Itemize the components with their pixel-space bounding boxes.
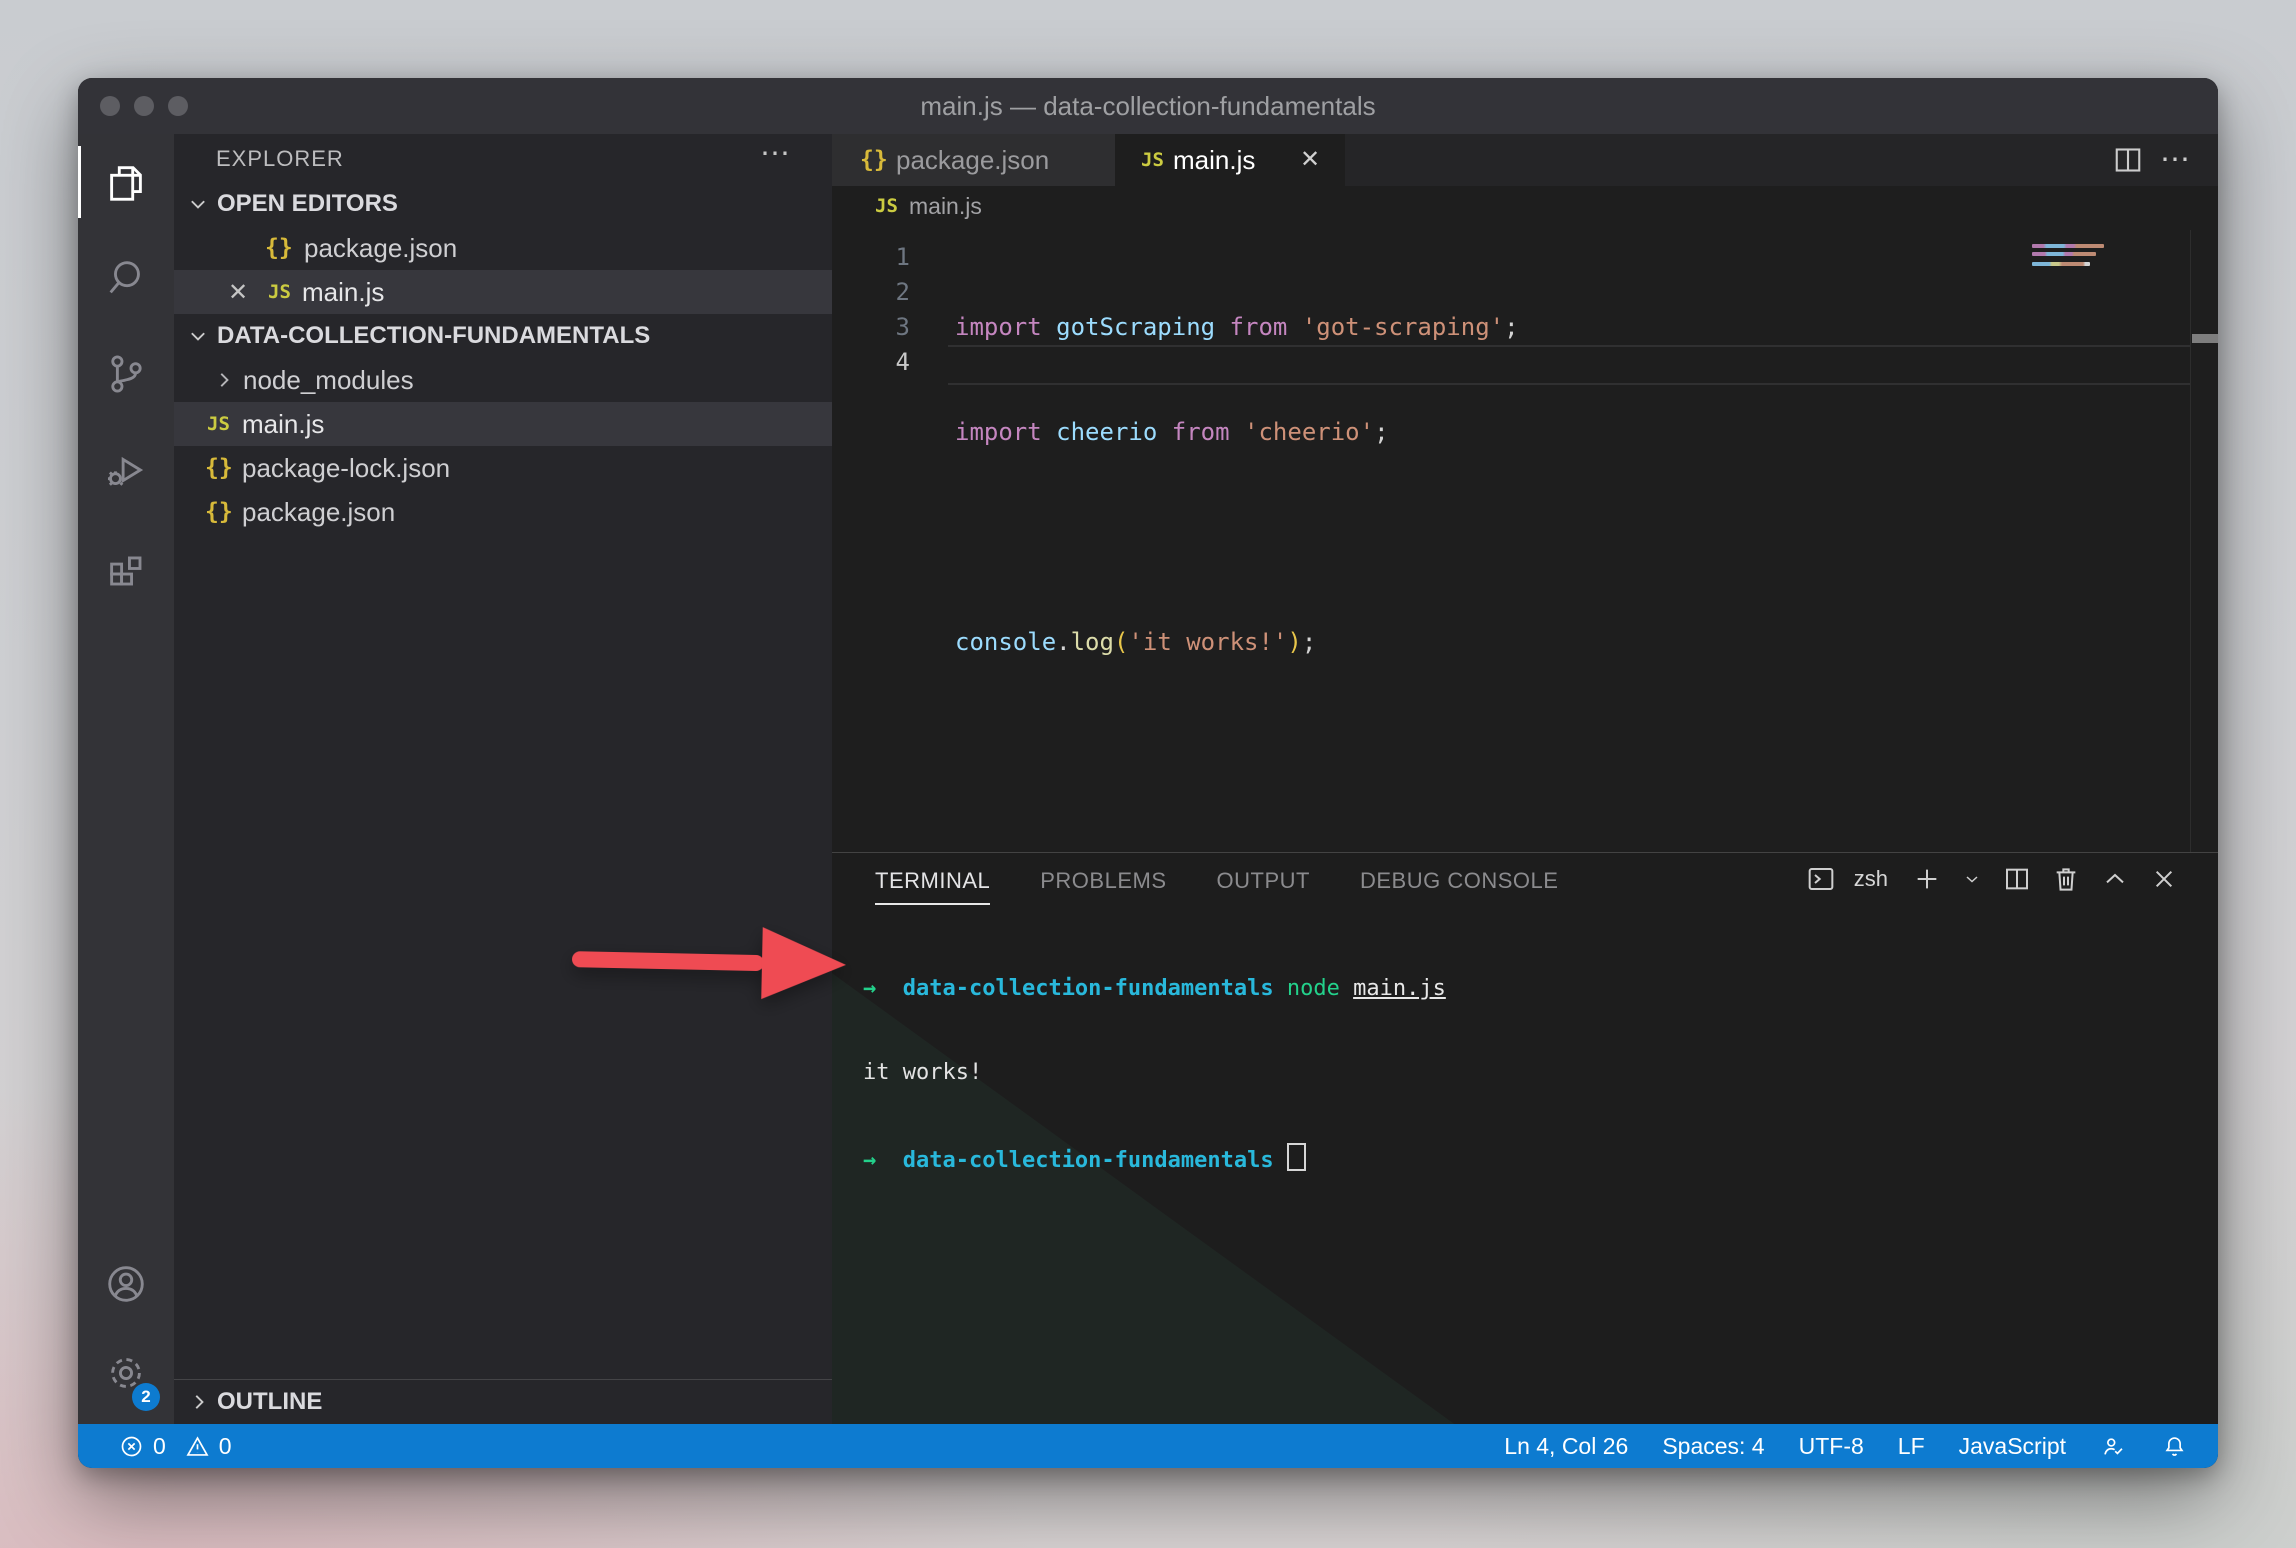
breadcrumb-file: main.js <box>909 193 982 220</box>
activity-run-debug[interactable] <box>78 422 174 518</box>
json-icon: {} <box>205 455 233 481</box>
arrow-shaft <box>572 951 764 971</box>
feedback-icon[interactable] <box>2100 1433 2127 1460</box>
sidebar-more-actions[interactable]: ⋯ <box>760 136 792 171</box>
cursor-position[interactable]: Ln 4, Col 26 <box>1504 1433 1628 1460</box>
js-icon: JS <box>1141 149 1164 171</box>
code-line-3 <box>955 520 1519 555</box>
terminal-actions: zsh <box>1805 863 2180 895</box>
workspace-section[interactable]: DATA-COLLECTION-FUNDAMENTALS <box>174 314 832 358</box>
extensions-icon <box>103 543 149 589</box>
split-terminal-icon[interactable] <box>2001 863 2033 895</box>
outline-section[interactable]: OUTLINE <box>174 1379 832 1424</box>
json-icon: {} <box>860 147 888 173</box>
tree-item-main-js[interactable]: JS main.js <box>174 402 832 446</box>
title-bar: main.js — data-collection-fundamentals <box>78 78 2218 134</box>
activity-settings[interactable]: 2 <box>78 1325 174 1421</box>
tab-terminal[interactable]: TERMINAL <box>875 853 990 909</box>
js-icon: JS <box>207 413 230 435</box>
line-numbers: 1 2 3 4 <box>832 240 910 380</box>
close-tab-icon[interactable]: ✕ <box>1300 145 1320 174</box>
code-line-4: console.log('it works!'); <box>955 625 1519 660</box>
activity-bar: 2 <box>78 134 174 1424</box>
arrow-head <box>761 927 846 1001</box>
terminal-line-command: → data-collection-fundamentals node main… <box>863 975 1446 1003</box>
code-line-1: import gotScraping from 'got-scraping'; <box>955 310 1519 345</box>
chevron-right-icon <box>213 369 235 391</box>
terminal-content[interactable]: → data-collection-fundamentals node main… <box>863 919 1446 1231</box>
activity-account[interactable] <box>78 1236 174 1332</box>
terminal-line-prompt: → data-collection-fundamentals <box>863 1143 1446 1175</box>
annotation-arrow <box>571 923 846 1001</box>
json-icon: {} <box>265 235 293 261</box>
activity-source-control[interactable] <box>78 326 174 422</box>
active-view-indicator <box>78 146 81 218</box>
terminal-line-output: it works! <box>863 1059 1446 1087</box>
window-title: main.js — data-collection-fundamentals <box>78 78 2218 134</box>
tab-problems[interactable]: PROBLEMS <box>1040 853 1166 909</box>
activity-explorer[interactable] <box>78 134 174 230</box>
terminal-dropdown-icon[interactable] <box>1960 863 1984 895</box>
settings-badge: 2 <box>132 1383 160 1411</box>
open-editors-section[interactable]: OPEN EDITORS <box>174 182 832 226</box>
close-icon[interactable]: ✕ <box>228 278 248 307</box>
encoding[interactable]: UTF-8 <box>1799 1433 1864 1460</box>
shell-label[interactable]: zsh <box>1854 866 1888 892</box>
tree-item-package-json[interactable]: {} package.json <box>174 490 832 534</box>
terminal-cursor <box>1287 1143 1306 1171</box>
scrollbar-thumb[interactable] <box>2192 334 2218 343</box>
open-editor-main-js[interactable]: ✕ JS main.js <box>174 270 832 314</box>
outline-label: OUTLINE <box>217 1388 322 1416</box>
tree-item-node-modules[interactable]: node_modules <box>174 358 832 402</box>
scrollbar-track <box>2190 230 2191 852</box>
files-icon <box>103 159 149 205</box>
new-terminal-icon[interactable] <box>1911 863 1943 895</box>
search-icon <box>103 255 149 301</box>
tree-item-package-lock[interactable]: {} package-lock.json <box>174 446 832 490</box>
panel-tabs: TERMINAL PROBLEMS OUTPUT DEBUG CONSOLE <box>875 853 1558 909</box>
open-editor-package-json[interactable]: {} package.json <box>174 226 832 270</box>
status-bar: 0 0 Ln 4, Col 26 Spaces: 4 UTF-8 LF Java… <box>78 1424 2218 1468</box>
activity-extensions[interactable] <box>78 518 174 614</box>
warning-icon <box>184 1433 211 1460</box>
indentation[interactable]: Spaces: 4 <box>1662 1433 1764 1460</box>
terminal-icon <box>1805 863 1837 895</box>
tab-package-json[interactable]: {} package.json <box>832 134 1116 186</box>
editor-group: {} package.json JS main.js ✕ ⋯ JS main. <box>832 134 2218 1424</box>
breadcrumb[interactable]: JS main.js <box>832 186 2218 230</box>
terminal-panel: TERMINAL PROBLEMS OUTPUT DEBUG CONSOLE z… <box>832 852 2218 1425</box>
js-icon: JS <box>875 195 898 217</box>
chevron-down-icon <box>187 193 209 215</box>
activity-search[interactable] <box>78 230 174 326</box>
maximize-panel-icon[interactable] <box>2099 863 2131 895</box>
chevron-right-icon <box>188 1391 210 1413</box>
tab-bar: {} package.json JS main.js ✕ ⋯ <box>832 134 2218 186</box>
json-icon: {} <box>205 499 233 525</box>
tab-output[interactable]: OUTPUT <box>1217 853 1310 909</box>
js-icon: JS <box>268 281 291 303</box>
code-lines: import gotScraping from 'got-scraping'; … <box>955 240 1519 730</box>
code-line-2: import cheerio from 'cheerio'; <box>955 415 1519 450</box>
sidebar-header: EXPLORER ⋯ <box>174 134 832 180</box>
code-editor[interactable]: 1 2 3 4 import gotScraping from 'got-scr… <box>832 230 2218 852</box>
tab-main-js[interactable]: JS main.js ✕ <box>1115 134 1345 186</box>
minimap[interactable] <box>2032 244 2108 270</box>
split-editor-icon[interactable] <box>2110 142 2146 178</box>
sidebar-title: EXPLORER <box>216 146 344 172</box>
error-icon <box>118 1433 145 1460</box>
eol-sequence[interactable]: LF <box>1898 1433 1925 1460</box>
kill-terminal-icon[interactable] <box>2050 863 2082 895</box>
tab-debug-console[interactable]: DEBUG CONSOLE <box>1360 853 1558 909</box>
chevron-down-icon <box>187 325 209 347</box>
close-panel-icon[interactable] <box>2148 863 2180 895</box>
notifications-bell-icon[interactable] <box>2161 1433 2188 1460</box>
run-debug-icon <box>103 447 149 493</box>
account-icon <box>103 1261 149 1307</box>
editor-more-actions[interactable]: ⋯ <box>2160 142 2192 178</box>
language-mode[interactable]: JavaScript <box>1959 1433 2066 1460</box>
vscode-window: main.js — data-collection-fundamentals <box>78 78 2218 1468</box>
explorer-sidebar: EXPLORER ⋯ OPEN EDITORS {} package.json … <box>174 134 832 1424</box>
source-control-icon <box>103 351 149 397</box>
problems-status[interactable]: 0 0 <box>118 1433 232 1460</box>
